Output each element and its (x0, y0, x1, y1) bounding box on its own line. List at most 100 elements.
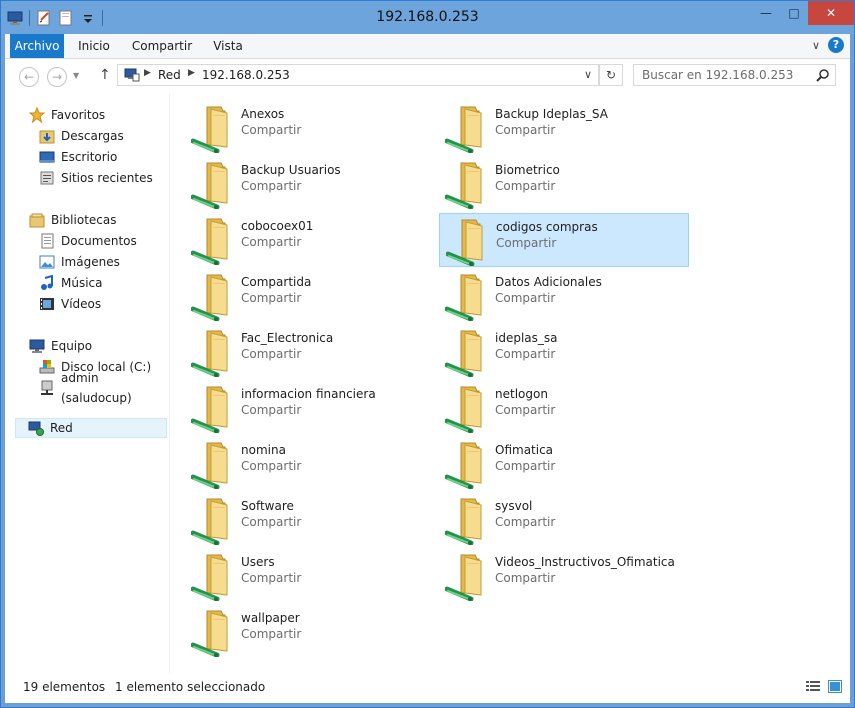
tab-share[interactable]: Compartir (127, 34, 197, 58)
tab-file[interactable]: Archivo (10, 34, 64, 58)
share-type: Compartir (241, 347, 302, 361)
nav-videos[interactable]: Vídeos (39, 294, 101, 314)
minimize-button[interactable]: — (752, 1, 780, 25)
share-folder[interactable]: Software Compartir (185, 493, 435, 547)
nav-label: Imágenes (61, 255, 120, 269)
breadcrumb-chevron-icon[interactable]: ▶ (188, 68, 195, 78)
recent-locations-icon[interactable]: ▼ (73, 71, 79, 80)
share-folder[interactable]: netlogon Compartir (439, 381, 689, 435)
shared-folder-icon (190, 327, 239, 378)
nav-documents[interactable]: Documentos (39, 231, 137, 251)
shared-folder-icon (190, 383, 239, 434)
share-folder[interactable]: sysvol Compartir (439, 493, 689, 547)
help-icon[interactable]: ? (828, 37, 844, 53)
refresh-button[interactable]: ↻ (599, 64, 623, 86)
share-folder[interactable]: Backup Ideplas_SA Compartir (439, 101, 689, 155)
nav-music[interactable]: Música (39, 273, 103, 293)
nav-desktop[interactable]: Escritorio (39, 147, 117, 167)
nav-libraries[interactable]: Bibliotecas (29, 210, 116, 230)
shared-folder-icon (444, 383, 493, 434)
nav-pictures[interactable]: Imágenes (39, 252, 120, 272)
back-button[interactable]: ← (19, 67, 39, 87)
share-folder[interactable]: ideplas_sa Compartir (439, 325, 689, 379)
details-view-icon[interactable] (806, 680, 820, 693)
nav-label: Música (61, 276, 103, 290)
tab-home[interactable]: Inicio (69, 34, 119, 58)
computer-icon[interactable] (7, 10, 23, 26)
breadcrumb-chevron-icon[interactable]: ▶ (144, 68, 151, 78)
nav-downloads[interactable]: Descargas (39, 126, 124, 146)
title-bar: 192.168.0.253 — □ ✕ (1, 1, 854, 34)
nav-label: Escritorio (61, 150, 118, 164)
nav-recent-places[interactable]: Sitios recientes (39, 168, 153, 188)
star-icon (28, 106, 46, 124)
local-disk-icon (39, 359, 55, 375)
share-folder[interactable]: wallpaper Compartir (185, 605, 435, 659)
nav-network[interactable]: Red (15, 418, 167, 438)
pictures-icon (39, 254, 55, 270)
share-type: Compartir (495, 347, 556, 361)
videos-icon (39, 296, 55, 312)
nav-computer[interactable]: Equipo (29, 336, 92, 356)
share-folder[interactable]: Users Compartir (185, 549, 435, 603)
tab-view[interactable]: Vista (205, 34, 251, 58)
customize-toolbar-icon[interactable] (80, 10, 96, 26)
share-folder[interactable]: Biometrico Compartir (439, 157, 689, 211)
close-button[interactable]: ✕ (808, 1, 854, 25)
nav-label: Red (50, 421, 73, 435)
share-type: Compartir (241, 291, 302, 305)
breadcrumb-network[interactable]: Red (158, 68, 181, 82)
share-folder[interactable]: informacion financiera Compartir (185, 381, 435, 435)
share-name: Videos_Instructivos_Ofimatica (495, 555, 675, 569)
shared-folder-icon (190, 103, 239, 154)
share-folder[interactable]: nomina Compartir (185, 437, 435, 491)
share-name: nomina (241, 443, 286, 457)
share-name: Software (241, 499, 294, 513)
share-type: Compartir (241, 459, 302, 473)
new-folder-icon[interactable] (58, 10, 74, 26)
share-type: Compartir (495, 571, 556, 585)
nav-label: Vídeos (61, 297, 102, 311)
share-folder[interactable]: Datos Adicionales Compartir (439, 269, 689, 323)
desktop-icon (39, 149, 55, 165)
properties-icon[interactable] (36, 10, 52, 26)
shared-folder-icon (445, 216, 494, 267)
network-icon (28, 420, 44, 436)
share-folder[interactable]: codigos compras Compartir (439, 213, 689, 267)
share-name: informacion financiera (241, 387, 376, 401)
share-type: Compartir (241, 403, 302, 417)
share-type: Compartir (495, 179, 556, 193)
share-folder[interactable]: Videos_Instructivos_Ofimatica Compartir (439, 549, 689, 603)
share-name: Anexos (241, 107, 285, 121)
share-folder[interactable]: Fac_Electronica Compartir (185, 325, 435, 379)
nav-label: Equipo (51, 339, 93, 353)
nav-favorites[interactable]: Favoritos (28, 105, 105, 125)
content-area: Favoritos Descargas Escritorio Sitios re… (5, 93, 850, 673)
up-button[interactable]: ↑ (99, 67, 111, 83)
share-folder[interactable]: Backup Usuarios Compartir (185, 157, 435, 211)
share-folder[interactable]: Ofimatica Compartir (439, 437, 689, 491)
expand-ribbon-icon[interactable]: ∨ (812, 39, 820, 52)
shared-folder-icon (190, 271, 239, 322)
address-dropdown-icon[interactable]: ∨ (584, 68, 592, 81)
forward-button[interactable]: → (47, 67, 67, 87)
nav-label: admin (saludocup) (61, 371, 132, 405)
toolbar-separator (29, 10, 30, 26)
downloads-folder-icon (39, 128, 55, 144)
share-folder[interactable]: Anexos Compartir (185, 101, 435, 155)
address-bar[interactable]: ▶ Red ▶ 192.168.0.253 ∨ (117, 64, 599, 86)
share-folder[interactable]: cobocoex01 Compartir (185, 213, 435, 267)
shared-folder-icon (444, 159, 493, 210)
search-box[interactable]: Buscar en 192.168.0.253 (633, 64, 836, 86)
share-folder[interactable]: Compartida Compartir (185, 269, 435, 323)
large-icons-view-icon[interactable] (828, 680, 842, 693)
search-icon[interactable] (816, 68, 830, 82)
share-name: sysvol (495, 499, 533, 513)
shared-folder-icon (190, 551, 239, 602)
item-count: 19 elementos (23, 680, 106, 694)
shared-folder-icon (190, 215, 239, 266)
ribbon-tabs: Archivo Inicio Compartir Vista ∨ ? (5, 34, 850, 59)
breadcrumb-server[interactable]: 192.168.0.253 (202, 68, 290, 82)
maximize-button[interactable]: □ (780, 1, 808, 25)
nav-network-drive[interactable]: admin (saludocup) (39, 371, 169, 405)
